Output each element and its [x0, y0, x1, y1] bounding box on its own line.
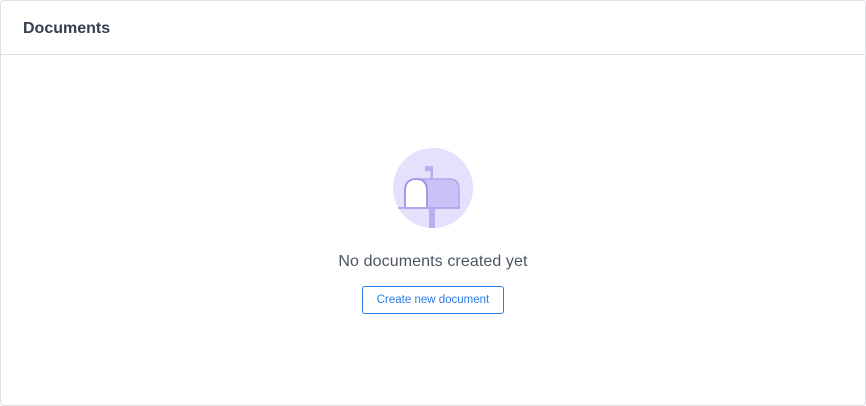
card-title: Documents: [23, 19, 111, 37]
card-body: No documents created yet Create new docu…: [1, 55, 865, 405]
empty-message: No documents created yet: [338, 253, 528, 270]
documents-card: Documents No documents created yet Creat…: [0, 0, 866, 406]
create-new-document-button[interactable]: Create new document: [361, 286, 505, 314]
empty-state: No documents created yet Create new docu…: [1, 147, 865, 314]
mailbox-icon: [393, 148, 473, 228]
card-header: Documents: [1, 1, 865, 55]
